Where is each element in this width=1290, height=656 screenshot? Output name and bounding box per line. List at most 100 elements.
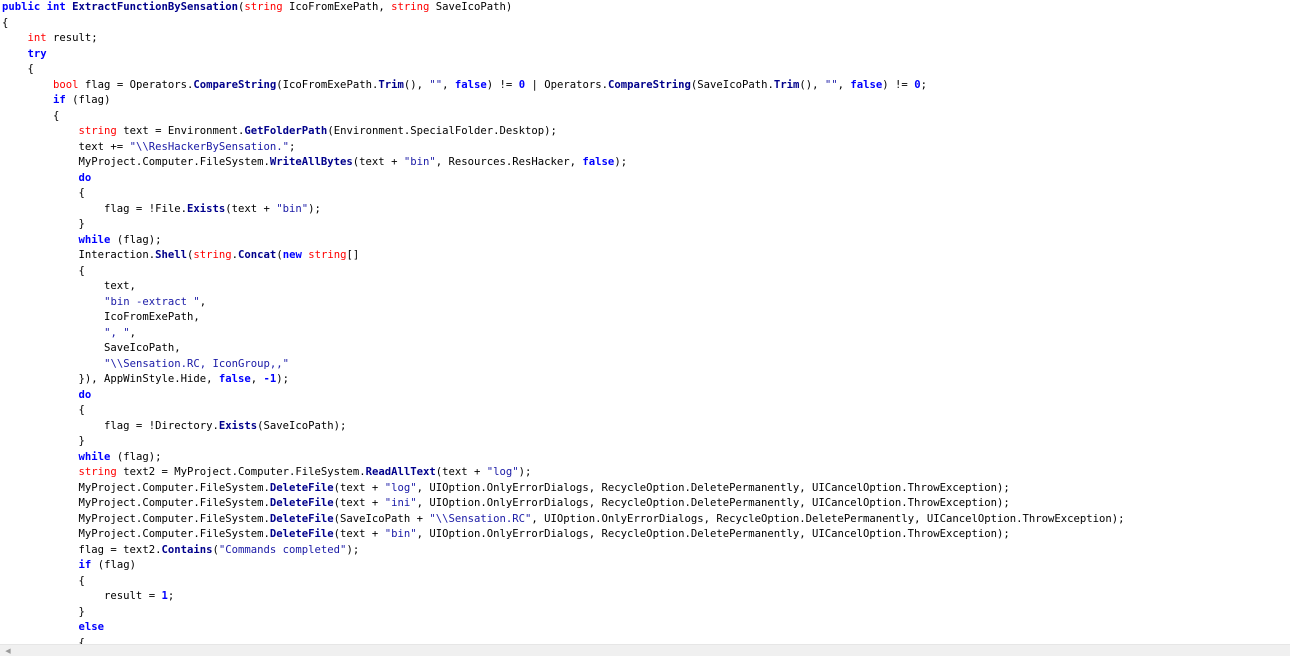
code-token-plain: } (2, 435, 85, 447)
code-line: MyProject.Computer.FileSystem.DeleteFile… (2, 527, 1290, 543)
code-token-kw: public int (2, 1, 73, 13)
code-token-plain: flag = text2. (2, 543, 162, 556)
code-line: } (2, 217, 1290, 233)
code-token-string: "\\ResHackerBySensation." (129, 140, 290, 153)
code-token-method: WriteAllBytes (269, 156, 353, 168)
code-token-plain: , UIOption.OnlyErrorDialogs, RecycleOpti… (416, 528, 1010, 540)
code-line: IcoFromExePath, (2, 310, 1290, 326)
code-token-type: int (27, 32, 47, 44)
code-token-kw: false (850, 78, 883, 91)
code-token-method: DeleteFile (269, 497, 334, 509)
code-token-plain: ); (614, 156, 628, 168)
code-token-kw: do (78, 388, 92, 401)
code-token-string: ", " (104, 326, 130, 339)
code-token-plain: result = (2, 590, 162, 602)
code-token-method: Contains (161, 543, 213, 556)
code-token-plain: (), (799, 78, 825, 91)
code-token-method: ExtractFunctionBySensation (72, 1, 238, 13)
code-line: "bin -extract ", (2, 295, 1290, 311)
code-line: { (2, 574, 1290, 590)
code-line: int result; (2, 31, 1290, 47)
code-token-plain: MyProject.Computer.FileSystem. (2, 528, 270, 540)
code-line: flag = !Directory.Exists(SaveIcoPath); (2, 419, 1290, 435)
code-token-method: Exists (186, 202, 226, 215)
code-line: text, (2, 279, 1290, 295)
code-token-plain: MyProject.Computer.FileSystem. (2, 512, 270, 525)
code-token-plain: , (442, 78, 455, 91)
code-token-plain: (text + (333, 481, 385, 494)
code-token-plain: SaveIcoPath) (429, 1, 513, 13)
code-line: text += "\\ResHackerBySensation."; (2, 140, 1290, 156)
code-line: if (flag) (2, 93, 1290, 109)
code-line: } (2, 434, 1290, 450)
code-line: try (2, 47, 1290, 63)
code-token-method: DeleteFile (269, 512, 334, 525)
code-token-kw: while (78, 450, 111, 463)
code-token-plain: ; (167, 590, 175, 602)
code-token-plain: Interaction. (2, 249, 156, 261)
code-token-plain: { (2, 264, 85, 277)
code-token-plain: , (250, 373, 264, 385)
code-token-plain: { (2, 574, 85, 587)
code-token-plain: , UIOption.OnlyErrorDialogs, RecycleOpti… (416, 497, 1010, 509)
code-line: bool flag = Operators.CompareString(IcoF… (2, 78, 1290, 94)
code-token-plain: flag = Operators. (78, 78, 194, 91)
code-token-method: Concat (238, 249, 277, 261)
code-line: MyProject.Computer.FileSystem.DeleteFile… (2, 512, 1290, 528)
code-token-plain: } (2, 218, 85, 230)
code-token-plain: result; (46, 32, 98, 44)
code-token-plain: { (2, 636, 85, 645)
code-line: MyProject.Computer.FileSystem.DeleteFile… (2, 481, 1290, 497)
code-line: public int ExtractFunctionBySensation(st… (2, 0, 1290, 16)
code-line: { (2, 636, 1290, 645)
scroll-left-icon[interactable]: ◀ (2, 645, 14, 656)
code-line: { (2, 403, 1290, 419)
code-token-plain: { (2, 404, 85, 416)
code-token-kw: false (218, 373, 251, 385)
code-line: MyProject.Computer.FileSystem.WriteAllBy… (2, 155, 1290, 171)
code-line: flag = !File.Exists(text + "bin"); (2, 202, 1290, 218)
code-token-string: "bin" (384, 528, 417, 540)
code-token-string: "\\Sensation.RC" (429, 512, 532, 525)
code-token-kw: try (27, 47, 47, 60)
code-token-type: string (78, 466, 117, 478)
code-token-plain: text2 = MyProject.Computer.FileSystem. (116, 466, 366, 478)
code-view[interactable]: public int ExtractFunctionBySensation(st… (0, 0, 1290, 644)
code-token-plain: (flag) (91, 559, 136, 571)
code-token-type: bool (53, 78, 79, 91)
code-line: { (2, 186, 1290, 202)
code-token-plain: (flag); (110, 450, 162, 463)
code-token-plain: , (199, 295, 207, 308)
code-token-plain: MyProject.Computer.FileSystem. (2, 481, 270, 494)
code-token-method: CompareString (608, 78, 691, 91)
code-token-plain: { (2, 63, 34, 75)
code-token-plain: ) != (882, 78, 915, 91)
code-token-plain: MyProject.Computer.FileSystem. (2, 497, 270, 509)
code-editor[interactable]: public int ExtractFunctionBySensation(st… (0, 0, 1290, 644)
code-token-string: "\\Sensation.RC, IconGroup,," (104, 357, 290, 370)
code-token-kw: false (454, 78, 487, 91)
horizontal-scrollbar[interactable]: ◀ (0, 644, 1290, 656)
code-token-plain: { (2, 109, 60, 122)
code-token-plain: (SaveIcoPath. (690, 78, 774, 91)
code-line: else (2, 620, 1290, 636)
code-token-plain: (text + (435, 466, 487, 478)
code-token-plain: , (837, 78, 851, 91)
code-token-plain: IcoFromExePath, (282, 1, 392, 13)
code-line: while (flag); (2, 233, 1290, 249)
code-token-string: "ini" (384, 497, 417, 509)
code-token-type: string (308, 249, 347, 261)
code-token-string: "" (429, 78, 443, 91)
code-line: { (2, 62, 1290, 78)
code-token-plain: text, (2, 280, 136, 292)
code-token-plain: , UIOption.OnlyErrorDialogs, RecycleOpti… (531, 512, 1125, 525)
code-line: if (flag) (2, 558, 1290, 574)
code-token-plain: ); (346, 543, 360, 556)
code-token-plain: [] (346, 249, 360, 261)
code-token-method: Shell (155, 249, 187, 261)
code-token-method: CompareString (193, 78, 277, 91)
